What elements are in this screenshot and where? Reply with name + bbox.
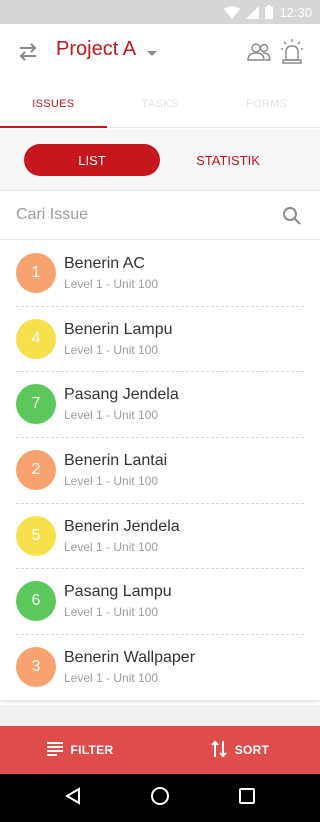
issue-title: Benerin AC (64, 255, 145, 272)
bottom-action-bar: FILTER SORT (0, 726, 320, 774)
tab-forms[interactable]: FORMS (213, 80, 320, 127)
sort-label: SORT (234, 743, 270, 757)
issue-location: Level 1 - Unit 100 (64, 277, 159, 291)
issue-list: 1 Benerin AC Level 1 - Unit 100 4 Beneri… (0, 240, 320, 700)
filter-label: FILTER (70, 743, 114, 757)
system-nav-bar (0, 774, 320, 822)
chevron-down-icon[interactable] (145, 46, 159, 56)
issue-item[interactable]: 2 Benerin Lantai Level 1 - Unit 100 (0, 437, 320, 503)
issue-number-badge: 1 (16, 253, 56, 293)
wifi-icon (224, 5, 241, 19)
signal-icon (246, 5, 260, 19)
list-footer-spacer (0, 705, 320, 726)
issue-item[interactable]: 4 Benerin Lampu Level 1 - Unit 100 (0, 305, 320, 372)
view-segment-control: LIST STATISTIK (0, 129, 320, 191)
status-time: 12:30 (279, 4, 312, 20)
issue-number-badge: 4 (16, 318, 56, 359)
issue-title: Benerin Lantai (64, 452, 168, 470)
switch-project-icon[interactable] (17, 41, 39, 63)
battery-icon (265, 5, 274, 19)
list-segment-button[interactable]: LIST (24, 144, 160, 176)
sort-button[interactable]: SORT (160, 726, 320, 774)
project-title[interactable]: Project A (56, 38, 136, 61)
app-bar: Project A (0, 24, 320, 80)
statistik-segment-button[interactable]: STATISTIK (160, 144, 296, 176)
people-icon[interactable] (246, 40, 272, 64)
alarm-icon[interactable] (281, 38, 303, 64)
tab-bar: ISSUES TASKS FORMS (0, 80, 320, 128)
search-icon[interactable] (282, 206, 302, 226)
issue-item[interactable]: 3 Benerin Wallpaper Level 1 - Unit 100 (0, 634, 320, 700)
issue-location: Level 1 - Unit 100 (64, 605, 159, 620)
issue-title: Benerin Wallpaper (64, 649, 196, 667)
issue-number-badge: 6 (16, 581, 56, 622)
home-icon[interactable] (150, 786, 170, 811)
issue-title: Pasang Jendela (64, 386, 179, 404)
tab-tasks[interactable]: TASKS (107, 80, 214, 127)
issue-title: Benerin Jendela (64, 517, 180, 535)
back-icon[interactable] (64, 786, 82, 810)
recents-icon[interactable] (238, 787, 256, 810)
issue-item[interactable]: 7 Pasang Jendela Level 1 - Unit 100 (0, 371, 320, 437)
issue-location: Level 1 - Unit 100 (64, 671, 159, 686)
search-bar (0, 191, 320, 240)
issue-location: Level 1 - Unit 100 (64, 474, 159, 489)
issue-item[interactable]: 6 Pasang Lampu Level 1 - Unit 100 (0, 568, 320, 634)
issue-number-badge: 2 (16, 450, 56, 491)
tab-issues[interactable]: ISSUES (0, 80, 107, 128)
filter-button[interactable]: FILTER (0, 726, 160, 774)
issue-number-badge: 3 (16, 647, 56, 688)
sort-icon (211, 740, 227, 761)
issue-title: Benerin Lampu (64, 320, 173, 338)
filter-icon (46, 741, 63, 759)
search-input[interactable] (16, 191, 266, 239)
issue-item[interactable]: 5 Benerin Jendela Level 1 - Unit 100 (0, 502, 320, 569)
status-bar: 12:30 (0, 0, 320, 24)
issue-location: Level 1 - Unit 100 (64, 539, 159, 554)
issue-location: Level 1 - Unit 100 (64, 408, 159, 423)
issue-number-badge: 5 (16, 515, 56, 556)
issue-title: Pasang Lampu (64, 583, 172, 601)
issue-number-badge: 7 (16, 384, 56, 425)
issue-location: Level 1 - Unit 100 (64, 342, 159, 357)
issue-item[interactable]: 1 Benerin AC Level 1 - Unit 100 (0, 240, 320, 306)
